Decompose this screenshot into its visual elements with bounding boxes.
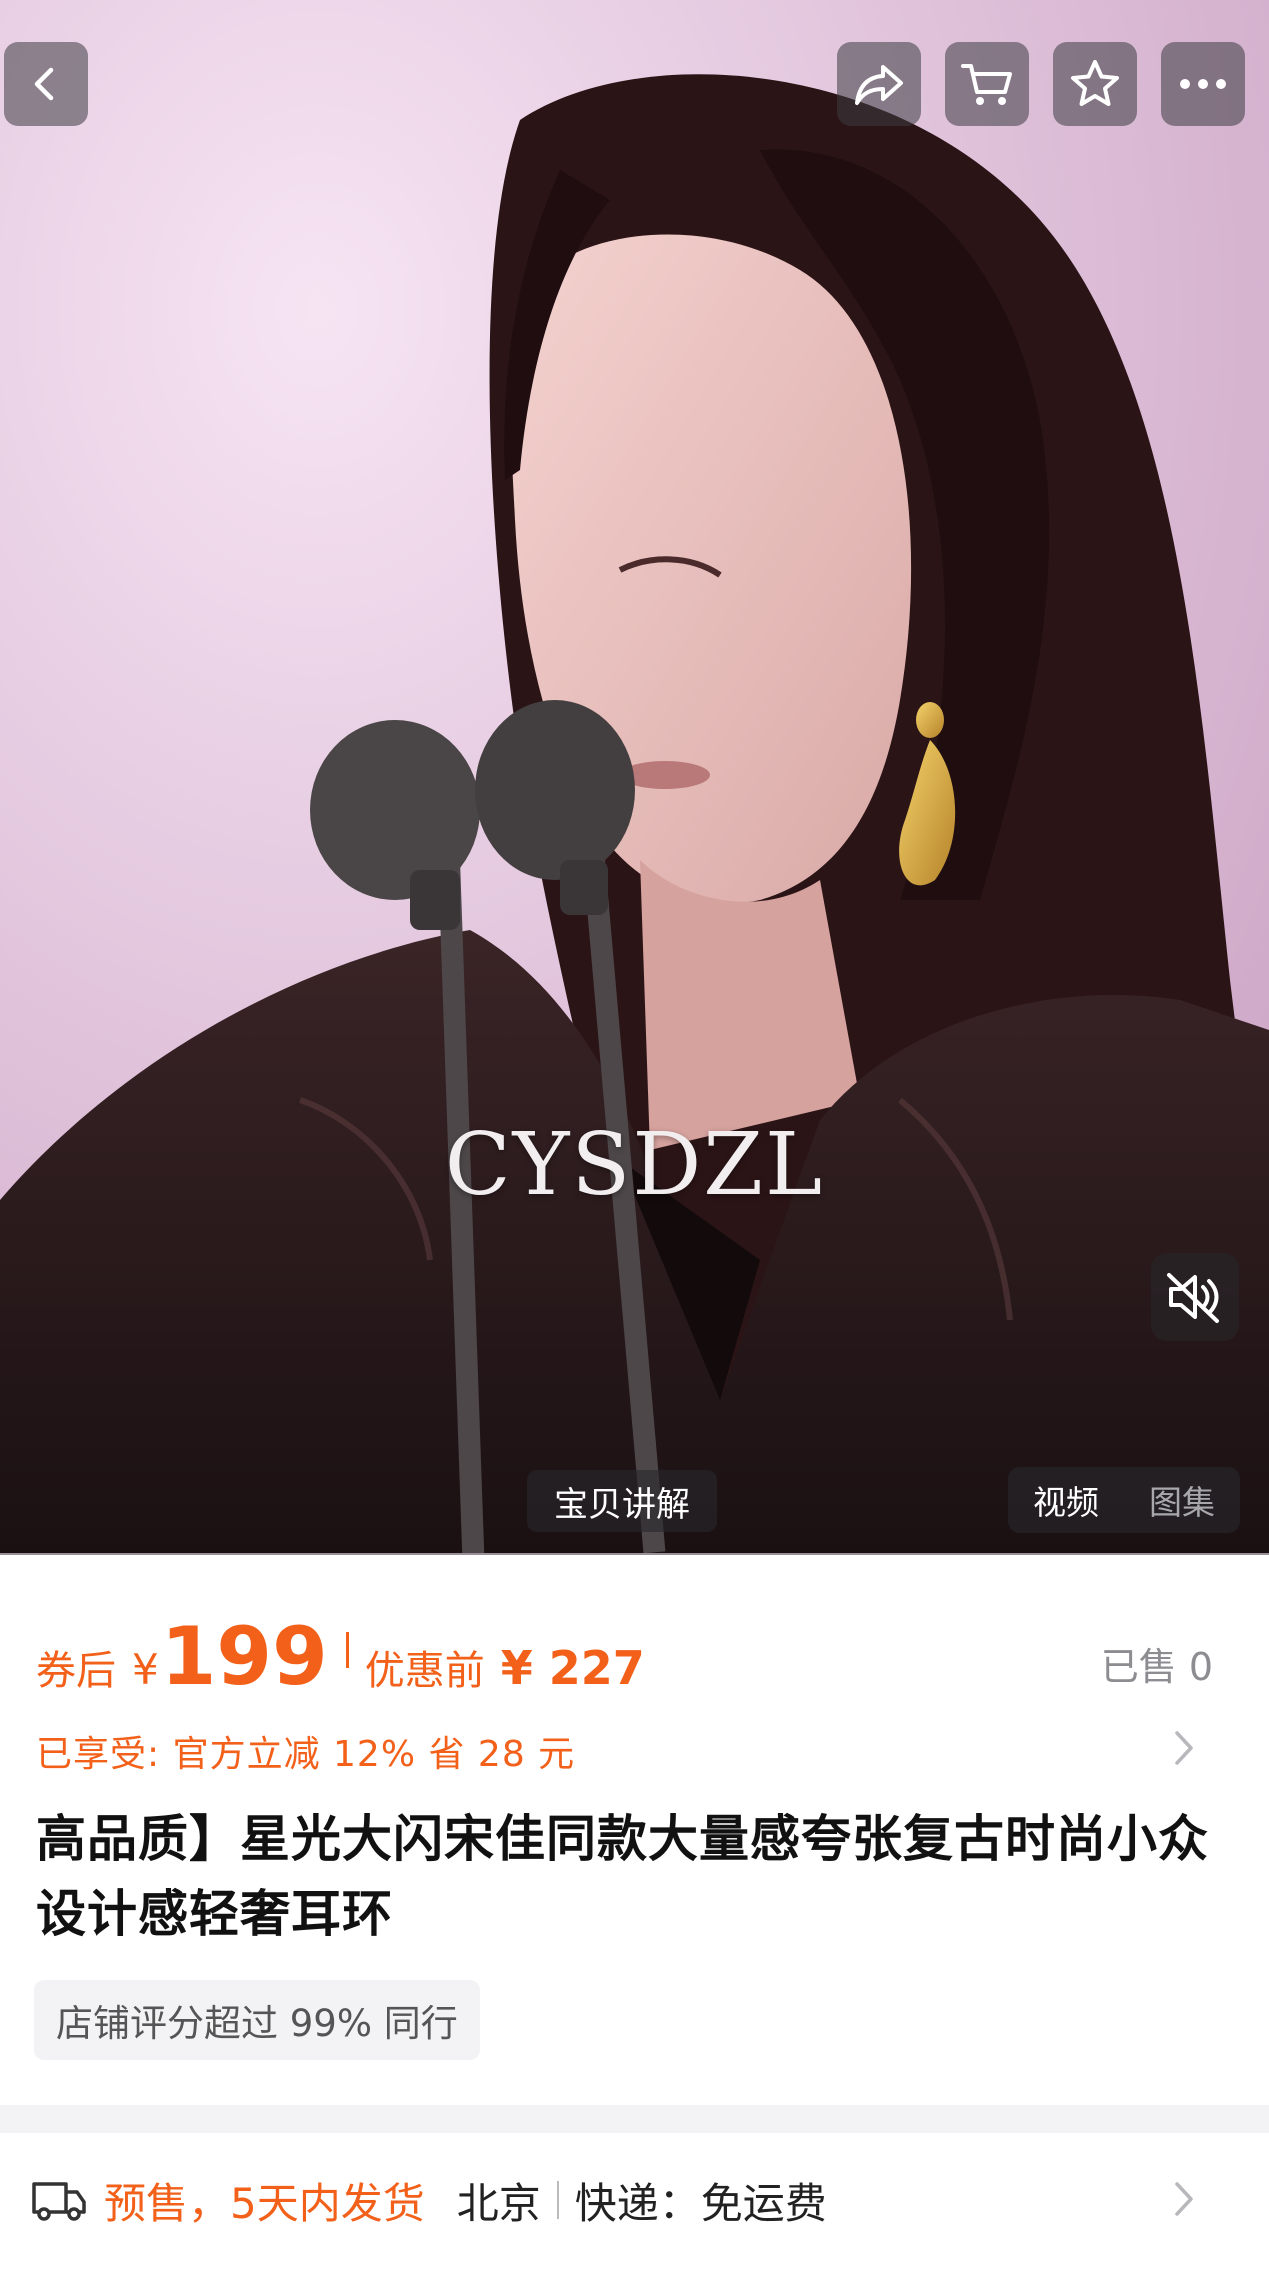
before-discount-label: 优惠前 xyxy=(364,1648,485,1694)
video-watermark: CYSDZL xyxy=(444,1115,825,1215)
back-button[interactable] xyxy=(4,42,88,126)
ship-from-city: 北京 xyxy=(456,2178,541,2228)
media-tabs: 视频 图集 xyxy=(1008,1467,1240,1533)
more-button[interactable] xyxy=(1161,42,1245,126)
speaker-muted-icon xyxy=(1167,1273,1219,1323)
video-progress-bar[interactable] xyxy=(0,1553,1269,1555)
delivery-truck-icon xyxy=(32,2182,86,2221)
store-rating-badge[interactable]: 店铺评分超过 99% 同行 xyxy=(34,1980,480,2060)
cart-button[interactable] xyxy=(945,42,1029,126)
shipping-divider xyxy=(556,2181,559,2219)
price-row: 券后 ¥ 199 优惠前 ¥ 227 xyxy=(36,1610,645,1703)
back-icon xyxy=(34,67,54,101)
before-discount-price: ¥ 227 xyxy=(500,1641,645,1695)
product-video[interactable]: CYSDZL 宝贝讲解 视频 图集 xyxy=(0,0,1269,1555)
tab-video[interactable]: 视频 xyxy=(1008,1476,1124,1524)
express-fee: 快递：免运费 xyxy=(574,2178,827,2228)
video-frame-illustration xyxy=(0,0,1269,1555)
star-icon xyxy=(1071,60,1119,106)
after-coupon-label: 券后 xyxy=(36,1648,116,1694)
cart-icon xyxy=(961,64,1012,105)
share-icon xyxy=(855,65,903,105)
sold-count: 已售 0 xyxy=(1100,1645,1213,1689)
chevron-right-icon[interactable] xyxy=(1172,2179,1196,2219)
shipping-row[interactable]: 预售，5天内发货 北京 快递：免运费 xyxy=(0,2160,1269,2240)
after-coupon-price: 199 xyxy=(160,1610,328,1703)
presale-text: 预售，5天内发货 xyxy=(104,2178,425,2228)
share-button[interactable] xyxy=(837,42,921,126)
product-title: 高品质】星光大闪宋佳同款大量感夸张复古时尚小众设计感轻奢耳环 xyxy=(36,1810,1209,1943)
mute-button[interactable] xyxy=(1151,1253,1239,1341)
more-icon xyxy=(1180,79,1226,89)
product-explain-button[interactable]: 宝贝讲解 xyxy=(527,1470,717,1532)
chevron-right-icon[interactable] xyxy=(1172,1728,1196,1768)
section-divider xyxy=(0,2105,1269,2133)
favorite-button[interactable] xyxy=(1053,42,1137,126)
price-divider xyxy=(345,1632,349,1668)
tab-gallery[interactable]: 图集 xyxy=(1124,1476,1240,1524)
discount-info[interactable]: 已享受: 官方立减 12% 省 28 元 xyxy=(36,1725,575,1777)
currency-symbol: ¥ xyxy=(132,1645,159,1694)
